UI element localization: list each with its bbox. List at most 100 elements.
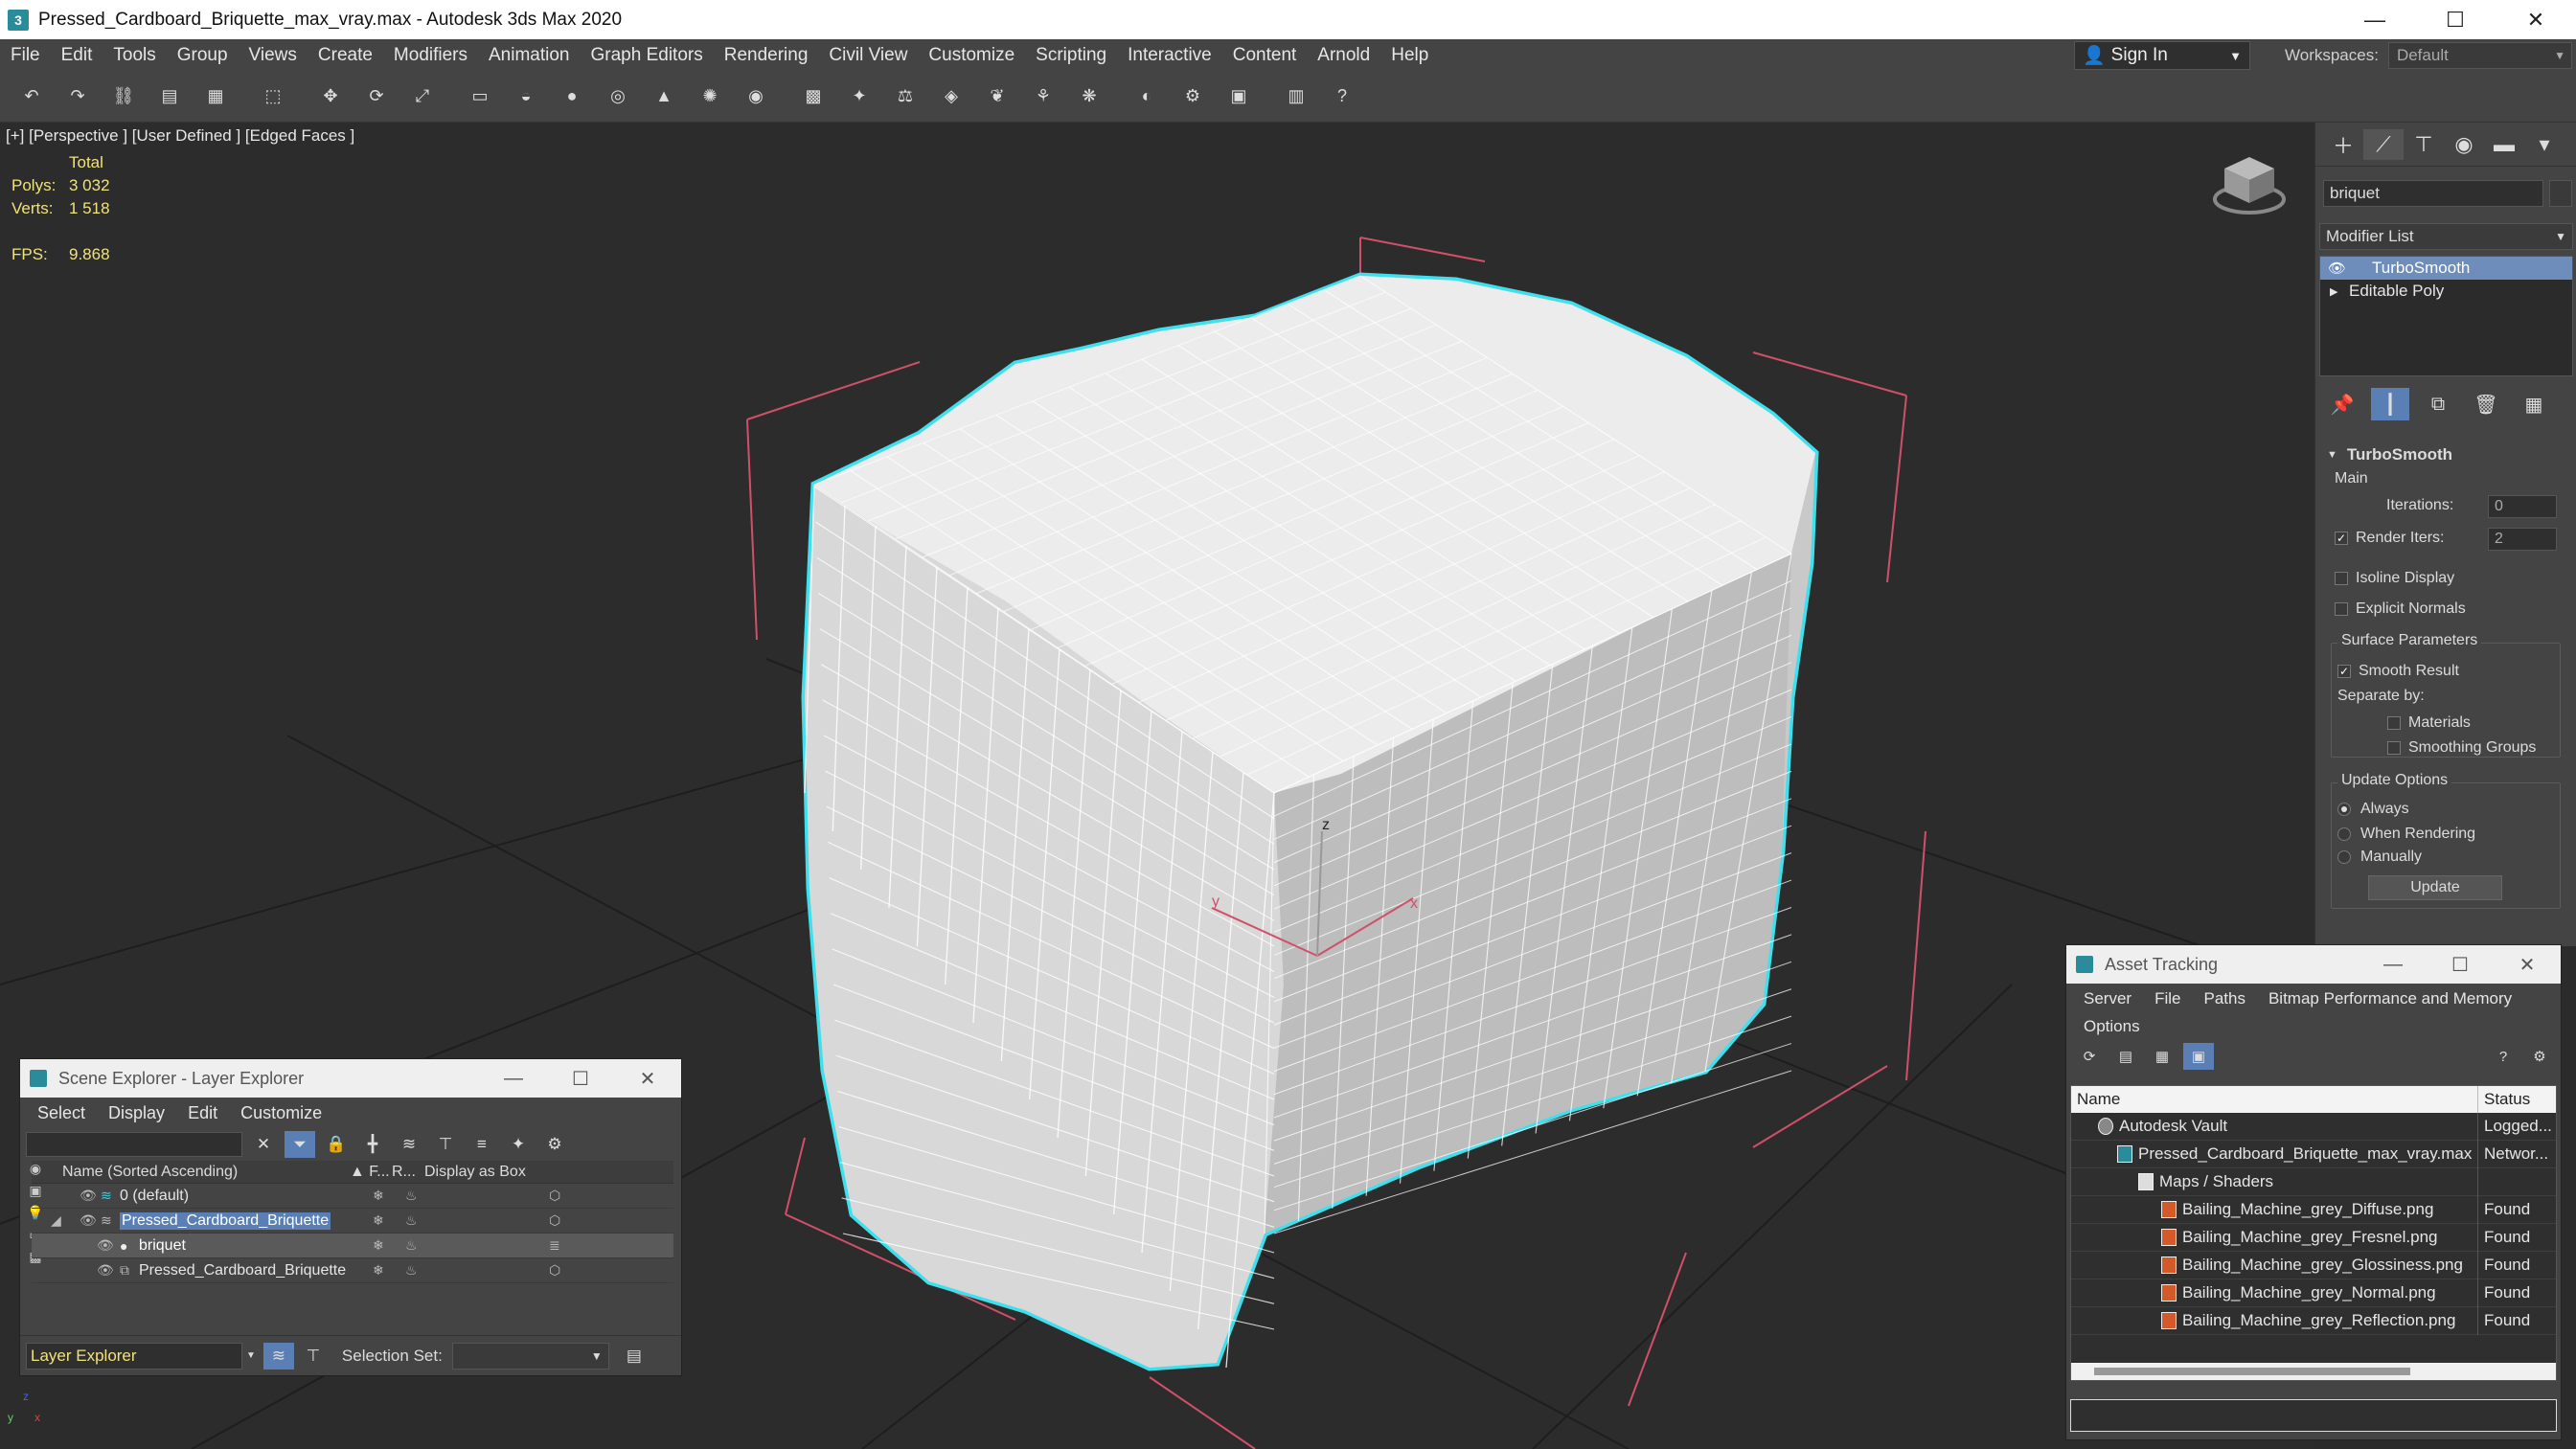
- pin-stack-icon[interactable]: 📌: [2323, 388, 2361, 420]
- modifier-list-dropdown[interactable]: Modifier List ▼: [2319, 223, 2573, 250]
- eye-icon[interactable]: 👁: [2328, 260, 2346, 277]
- eye-icon[interactable]: 👁: [80, 1212, 97, 1229]
- eye-icon[interactable]: 👁: [97, 1262, 114, 1279]
- close-icon[interactable]: ✕: [2496, 0, 2576, 39]
- clear-search-icon[interactable]: ✕: [248, 1131, 279, 1158]
- render-iters-spinner[interactable]: 2: [2488, 528, 2557, 551]
- table-row[interactable]: Maps / Shaders: [2071, 1167, 2556, 1196]
- menu-animation[interactable]: Animation: [478, 45, 581, 66]
- menu-content[interactable]: Content: [1222, 45, 1308, 66]
- asset-path-field[interactable]: [2070, 1399, 2557, 1432]
- refresh-icon[interactable]: ⟳: [2074, 1043, 2105, 1070]
- tree-row[interactable]: ◢ 👁 ≋ Pressed_Cardboard_Briquette ❄ ♨ ⬡: [32, 1209, 673, 1234]
- explicit-normals-checkbox[interactable]: Explicit Normals: [2335, 600, 2466, 618]
- create-tab-icon[interactable]: ＋: [2323, 129, 2363, 160]
- minimize-icon[interactable]: —: [2359, 945, 2427, 984]
- box-stack-icon[interactable]: ≣: [549, 1237, 560, 1254]
- expand-triangle-icon[interactable]: ▶: [2330, 285, 2337, 298]
- box-icon[interactable]: ⬡: [549, 1262, 560, 1279]
- stack-item-turbosmooth[interactable]: 👁 TurboSmooth: [2320, 257, 2572, 280]
- material-editor-icon[interactable]: ◐: [1132, 82, 1161, 111]
- sign-in-dropdown[interactable]: 👤 Sign In ▼: [2074, 41, 2250, 70]
- minimize-icon[interactable]: —: [480, 1059, 547, 1098]
- layers-icon[interactable]: ▥: [1282, 82, 1311, 111]
- mirror-icon[interactable]: ◈: [937, 82, 966, 111]
- filter-icon[interactable]: ⏷: [285, 1131, 315, 1158]
- isoline-display-checkbox[interactable]: Isoline Display: [2335, 570, 2454, 587]
- grid-icon[interactable]: ▩: [799, 82, 828, 111]
- layers-icon[interactable]: ≋: [394, 1131, 424, 1158]
- always-radio[interactable]: Always: [2337, 801, 2409, 818]
- stack-icon[interactable]: ≡: [467, 1131, 497, 1158]
- render-icon[interactable]: ▣: [1224, 82, 1253, 111]
- at-menu-server[interactable]: Server: [2072, 989, 2143, 1008]
- create-sphere-icon[interactable]: ●: [558, 82, 586, 111]
- scatter-icon[interactable]: ⚘: [1029, 82, 1058, 111]
- layer-explorer-dropdown[interactable]: Layer Explorer: [26, 1342, 242, 1370]
- create-hemisphere-icon[interactable]: ◒: [512, 82, 540, 111]
- unlink-icon[interactable]: ▤: [155, 82, 184, 111]
- viewcube-icon[interactable]: [2211, 149, 2288, 216]
- smooth-result-checkbox[interactable]: ✓ Smooth Result: [2337, 663, 2459, 680]
- menu-modifiers[interactable]: Modifiers: [383, 45, 478, 66]
- hierarchy-toggle-icon[interactable]: ⊤: [298, 1343, 329, 1370]
- smoothing-groups-checkbox[interactable]: Smoothing Groups: [2387, 739, 2536, 757]
- box-icon[interactable]: ⬡: [549, 1212, 560, 1229]
- create-light-icon[interactable]: ✺: [695, 82, 724, 111]
- tree-row[interactable]: 👁 ≋ 0 (default) ❄ ♨ ⬡: [32, 1184, 673, 1209]
- help-icon[interactable]: ?: [1328, 82, 1356, 111]
- box-icon[interactable]: ⬡: [549, 1188, 560, 1204]
- settings-icon[interactable]: ⚙: [539, 1131, 570, 1158]
- chevron-down-icon[interactable]: ▼: [246, 1350, 256, 1361]
- redo-icon[interactable]: ↷: [63, 82, 92, 111]
- create-box-icon[interactable]: ▭: [466, 82, 494, 111]
- menu-views[interactable]: Views: [239, 45, 308, 66]
- table-row[interactable]: Autodesk Vault Logged...: [2071, 1112, 2556, 1141]
- show-end-result-icon[interactable]: ┃: [2371, 388, 2409, 420]
- table-row[interactable]: Pressed_Cardboard_Briquette_max_vray.max…: [2071, 1140, 2556, 1168]
- menu-create[interactable]: Create: [308, 45, 383, 66]
- col-status[interactable]: Status: [2477, 1086, 2530, 1113]
- se-menu-display[interactable]: Display: [97, 1103, 176, 1123]
- freeze-icon[interactable]: ❄: [373, 1188, 384, 1204]
- col-display-box[interactable]: Display as Box: [424, 1164, 526, 1181]
- tree-row[interactable]: 👁 ⧉ Pressed_Cardboard_Briquette ❄ ♨ ⬡: [32, 1258, 673, 1283]
- close-icon[interactable]: ✕: [614, 1059, 681, 1098]
- object-name-field[interactable]: briquet: [2323, 180, 2543, 207]
- hierarchy-icon[interactable]: ⊤: [430, 1131, 461, 1158]
- minimize-icon[interactable]: —: [2335, 0, 2415, 39]
- when-rendering-radio[interactable]: When Rendering: [2337, 826, 2475, 843]
- col-name[interactable]: Name: [2077, 1090, 2120, 1109]
- motion-tab-icon[interactable]: ◉: [2444, 129, 2484, 160]
- menu-group[interactable]: Group: [167, 45, 239, 66]
- create-torus-icon[interactable]: ◎: [604, 82, 632, 111]
- create-sun-icon[interactable]: ◉: [741, 82, 770, 111]
- eye-icon[interactable]: 👁: [97, 1237, 114, 1254]
- menu-graph-editors[interactable]: Graph Editors: [581, 45, 714, 66]
- add-layer-icon[interactable]: ╋: [357, 1131, 388, 1158]
- close-icon[interactable]: ✕: [2494, 945, 2561, 984]
- iterations-spinner[interactable]: 0: [2488, 495, 2557, 518]
- align-icon[interactable]: ⚖: [891, 82, 920, 111]
- utilities-tab-icon[interactable]: ▾: [2524, 129, 2565, 160]
- settings-icon[interactable]: ⚙: [2524, 1043, 2555, 1070]
- table-row[interactable]: Bailing_Machine_grey_Glossiness.png Foun…: [2071, 1251, 2556, 1279]
- display-tab-icon[interactable]: ▬: [2484, 129, 2524, 160]
- menu-scripting[interactable]: Scripting: [1025, 45, 1117, 66]
- hierarchy-tab-icon[interactable]: ⊤: [2404, 129, 2444, 160]
- menu-edit[interactable]: Edit: [51, 45, 103, 66]
- menu-help[interactable]: Help: [1380, 45, 1439, 66]
- se-menu-edit[interactable]: Edit: [176, 1103, 229, 1123]
- table-icon[interactable]: ▣: [2183, 1043, 2214, 1070]
- scene-explorer-titlebar[interactable]: Scene Explorer - Layer Explorer — ☐ ✕: [20, 1059, 681, 1098]
- col-render[interactable]: R...: [392, 1164, 424, 1181]
- select-move-icon[interactable]: ✥: [316, 82, 345, 111]
- manually-radio[interactable]: Manually: [2337, 849, 2422, 866]
- teapot-icon[interactable]: ♨: [405, 1188, 418, 1204]
- tree-row[interactable]: 👁 ● briquet ❄ ♨ ≣: [32, 1234, 673, 1258]
- eye-icon[interactable]: 👁: [80, 1188, 97, 1204]
- scrollbar-thumb[interactable]: [2094, 1368, 2410, 1375]
- select-scale-icon[interactable]: ⤢: [408, 82, 437, 111]
- search-input[interactable]: [26, 1132, 242, 1157]
- horizontal-scrollbar[interactable]: [2071, 1363, 2556, 1380]
